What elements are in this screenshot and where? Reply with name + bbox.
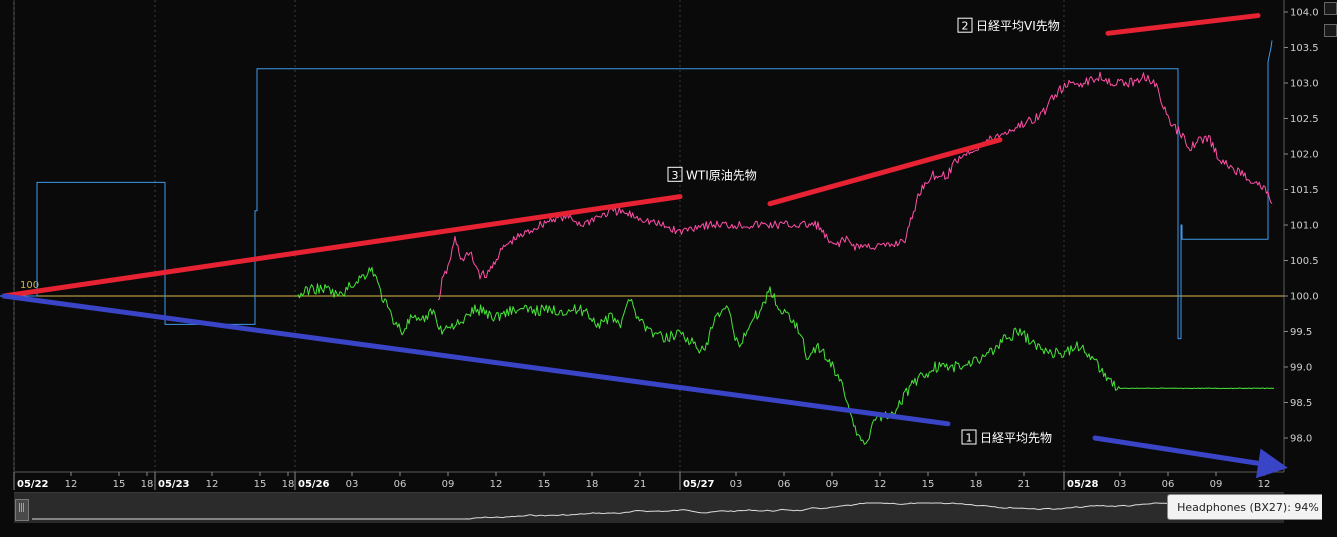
x-day-label: 05/27 bbox=[683, 479, 715, 490]
y-tick-label: 104.0 bbox=[1290, 8, 1319, 19]
y-tick-label: 100.5 bbox=[1290, 256, 1319, 267]
x-hour-label: 15 bbox=[538, 479, 551, 490]
y-tick-label: 99.5 bbox=[1290, 327, 1312, 338]
annotation-3: 3 WTI原油先物 bbox=[667, 166, 757, 182]
series-wti-line bbox=[437, 71, 1273, 301]
annotation-label: 日経平均先物 bbox=[980, 431, 1052, 445]
y-tick-label: 98.0 bbox=[1290, 434, 1312, 445]
x-hour-label: 21 bbox=[1018, 479, 1031, 490]
annotation-number: 2 bbox=[962, 20, 969, 33]
tooltip: Headphones (BX27): 94% bbox=[1167, 494, 1329, 520]
time-scrollbar[interactable] bbox=[14, 492, 1284, 523]
x-hour-label: 03 bbox=[730, 479, 743, 490]
x-day-label: 05/23 bbox=[158, 479, 190, 490]
x-hour-label: 18 bbox=[586, 479, 599, 490]
x-hour-label: 09 bbox=[1210, 479, 1223, 490]
x-hour-label: 12 bbox=[874, 479, 887, 490]
y-tick-label: 101.5 bbox=[1290, 185, 1319, 196]
overview-sparkline bbox=[32, 502, 1278, 520]
x-day-label: 05/26 bbox=[298, 479, 330, 490]
scroll-handle[interactable] bbox=[15, 499, 29, 521]
grid-lines bbox=[13, 0, 1285, 473]
x-hour-label: 06 bbox=[778, 479, 791, 490]
x-hour-label: 12 bbox=[206, 479, 219, 490]
y-tick-label: 99.0 bbox=[1290, 363, 1312, 374]
trend-lines bbox=[1, 13, 1288, 479]
x-hour-label: 06 bbox=[394, 479, 407, 490]
trend-line-red bbox=[1105, 13, 1261, 36]
y-tick-label: 102.5 bbox=[1290, 114, 1319, 125]
baseline-100: 100 bbox=[14, 280, 1284, 297]
annotation-label: 日経平均VI先物 bbox=[976, 19, 1060, 33]
right-toolbar bbox=[1322, 0, 1337, 537]
y-axis: 104.0 103.5 103.0 102.5 102.0 101.5 101.0 100.5… bbox=[1284, 8, 1319, 445]
annotation-label: WTI原油先物 bbox=[686, 168, 757, 182]
annotations: 1 日経平均先物 2 日経平均VI先物 3 WTI原油先物 bbox=[667, 17, 1060, 445]
annotation-2: 2 日経平均VI先物 bbox=[957, 17, 1060, 33]
trend-line-blue bbox=[1092, 435, 1288, 479]
annotation-number: 3 bbox=[672, 169, 679, 182]
trend-line-blue bbox=[1, 293, 951, 427]
x-hour-label: 12 bbox=[490, 479, 503, 490]
x-hour-label: 15 bbox=[922, 479, 935, 490]
y-tick-label: 103.5 bbox=[1290, 43, 1319, 54]
annotation-1: 1 日経平均先物 bbox=[961, 429, 1052, 445]
x-hour-label: 03 bbox=[346, 479, 359, 490]
x-axis: 05/22 05/23 05/26 05/27 05/28 12 15 18 12 15 18 03 0… bbox=[13, 472, 1271, 490]
x-hour-label: 21 bbox=[634, 479, 647, 490]
x-hour-label: 15 bbox=[254, 479, 267, 490]
y-tick-label: 98.5 bbox=[1290, 398, 1312, 409]
trend-line-red bbox=[767, 137, 1003, 207]
panel-button-settings[interactable] bbox=[1324, 24, 1337, 37]
x-hour-label: 15 bbox=[113, 479, 126, 490]
panel-button-top[interactable] bbox=[1324, 2, 1337, 15]
y-tick-label: 101.0 bbox=[1290, 221, 1319, 232]
x-hour-label: 18 bbox=[970, 479, 983, 490]
x-hour-label: 06 bbox=[1162, 479, 1175, 490]
x-hour-label: 09 bbox=[826, 479, 839, 490]
x-hour-label: 12 bbox=[1258, 479, 1271, 490]
chart-canvas: 104.0 103.5 103.0 102.5 102.0 101.5 101.0 100.5… bbox=[0, 0, 1319, 490]
annotation-number: 1 bbox=[966, 432, 973, 445]
trend-line-red bbox=[1, 194, 683, 299]
y-tick-label: 102.0 bbox=[1290, 150, 1319, 161]
x-hour-label: 12 bbox=[65, 479, 78, 490]
x-hour-label: 18 bbox=[282, 479, 295, 490]
overview-line bbox=[32, 502, 1278, 520]
x-day-label: 05/28 bbox=[1067, 479, 1099, 490]
y-tick-label: 100.0 bbox=[1290, 292, 1319, 303]
y-tick-label: 103.0 bbox=[1290, 79, 1319, 90]
x-day-label: 05/22 bbox=[17, 479, 49, 490]
x-hour-label: 03 bbox=[1114, 479, 1127, 490]
x-hour-label: 18 bbox=[141, 479, 154, 490]
x-hour-label: 09 bbox=[442, 479, 455, 490]
